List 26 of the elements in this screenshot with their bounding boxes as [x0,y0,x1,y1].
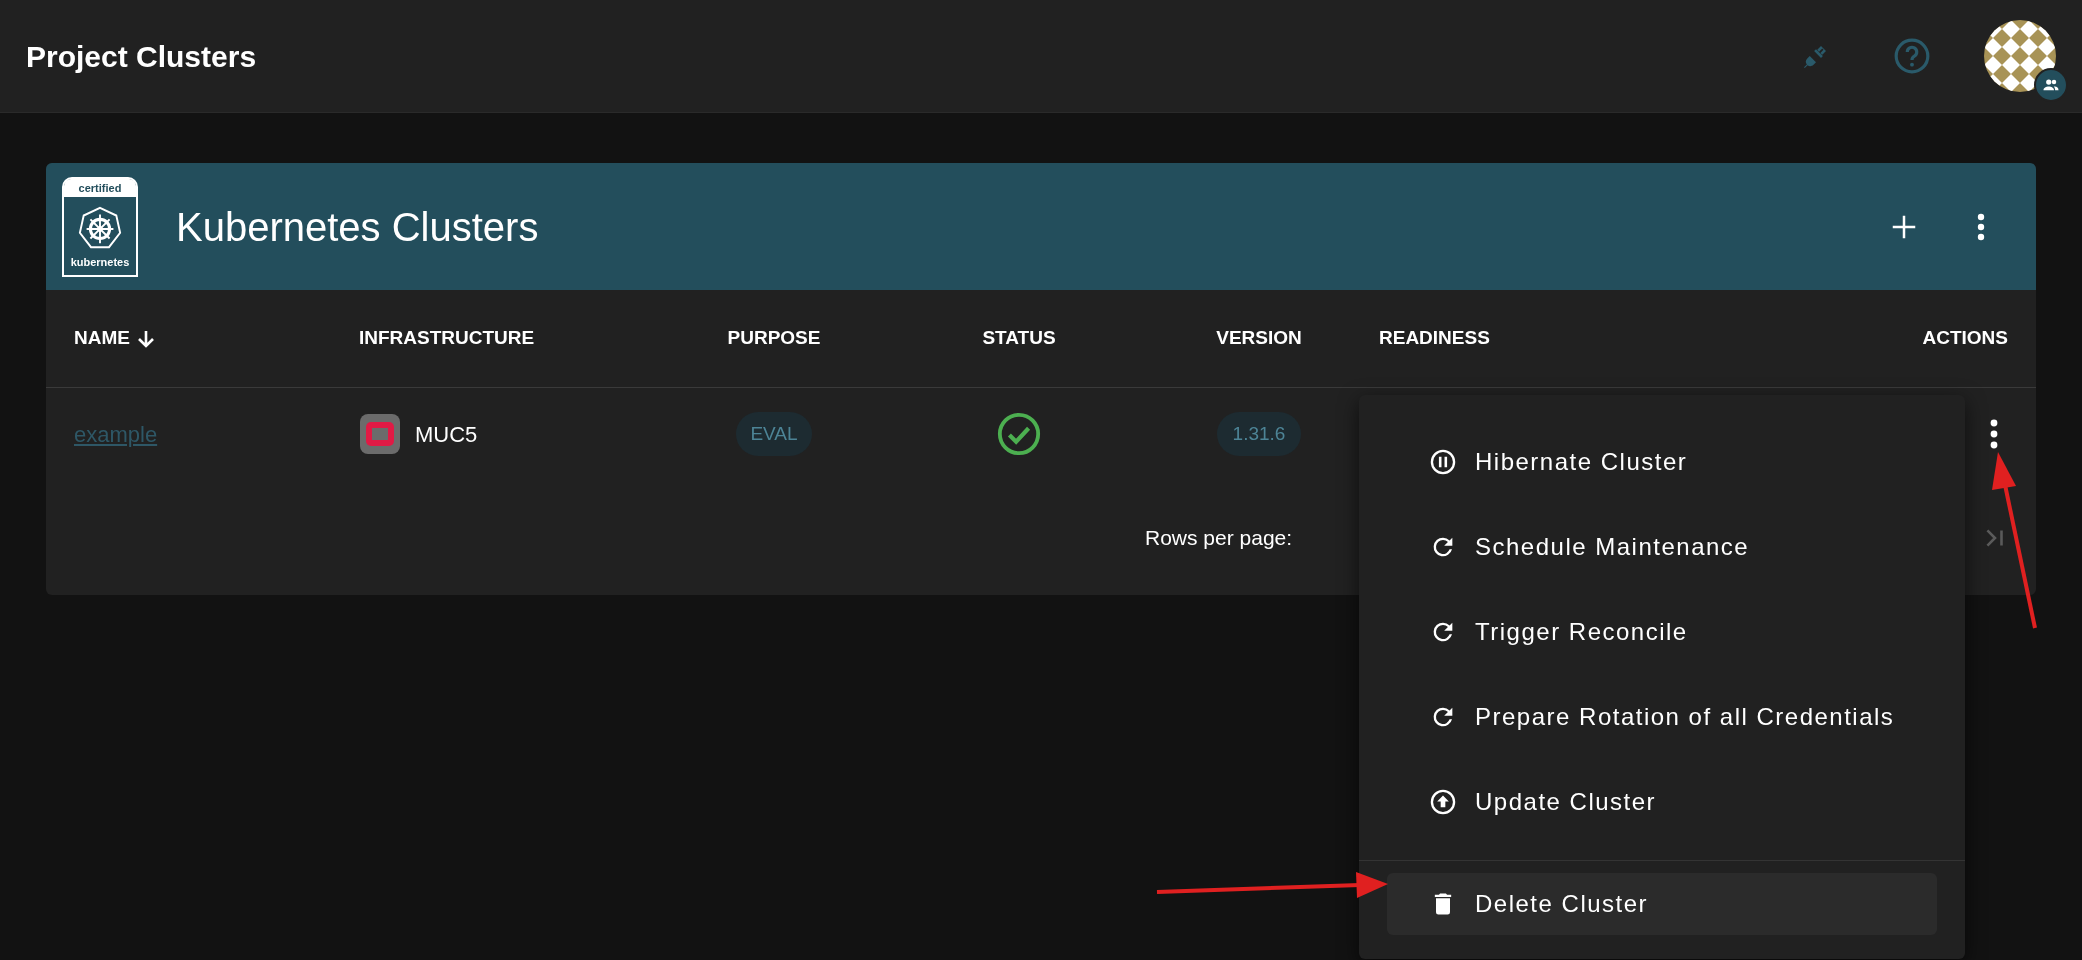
column-header[interactable]: NAME [74,324,158,353]
menu-item[interactable]: Prepare Rotation of all Credentials [1359,674,1965,759]
page-title: Project Clusters [26,38,257,75]
column-header[interactable]: READINESS [1379,324,1490,353]
rows-per-page-label: Rows per page: [1145,524,1293,551]
logo-text: certified [64,178,136,197]
helm-icon [77,204,123,251]
column-header[interactable]: INFRASTRUCTURE [359,324,535,353]
pause-icon [1429,447,1457,476]
upload-icon [1429,787,1457,816]
purpose-chip: EVAL [736,412,812,456]
menu-item[interactable]: Schedule Maintenance [1359,504,1965,589]
check-circle-icon [996,411,1042,457]
column-header[interactable]: ACTIONS [1922,324,2008,353]
menu-item[interactable]: Trigger Reconcile [1359,589,1965,674]
logo-text: kubernetes [70,255,130,270]
column-header[interactable]: STATUS [982,324,1056,353]
infrastructure-name: MUC5 [415,420,478,449]
column-header[interactable]: PURPOSE [727,324,821,353]
menu-item[interactable]: Update Cluster [1359,759,1965,844]
provider-icon [359,413,401,455]
column-header[interactable]: VERSION [1216,324,1302,353]
menu-item[interactable]: Delete Cluster [1387,873,1937,935]
card-title: Kubernetes Clusters [176,203,539,251]
menu-item[interactable]: Hibernate Cluster [1359,419,1965,504]
version-chip: 1.31.6 [1216,412,1302,456]
